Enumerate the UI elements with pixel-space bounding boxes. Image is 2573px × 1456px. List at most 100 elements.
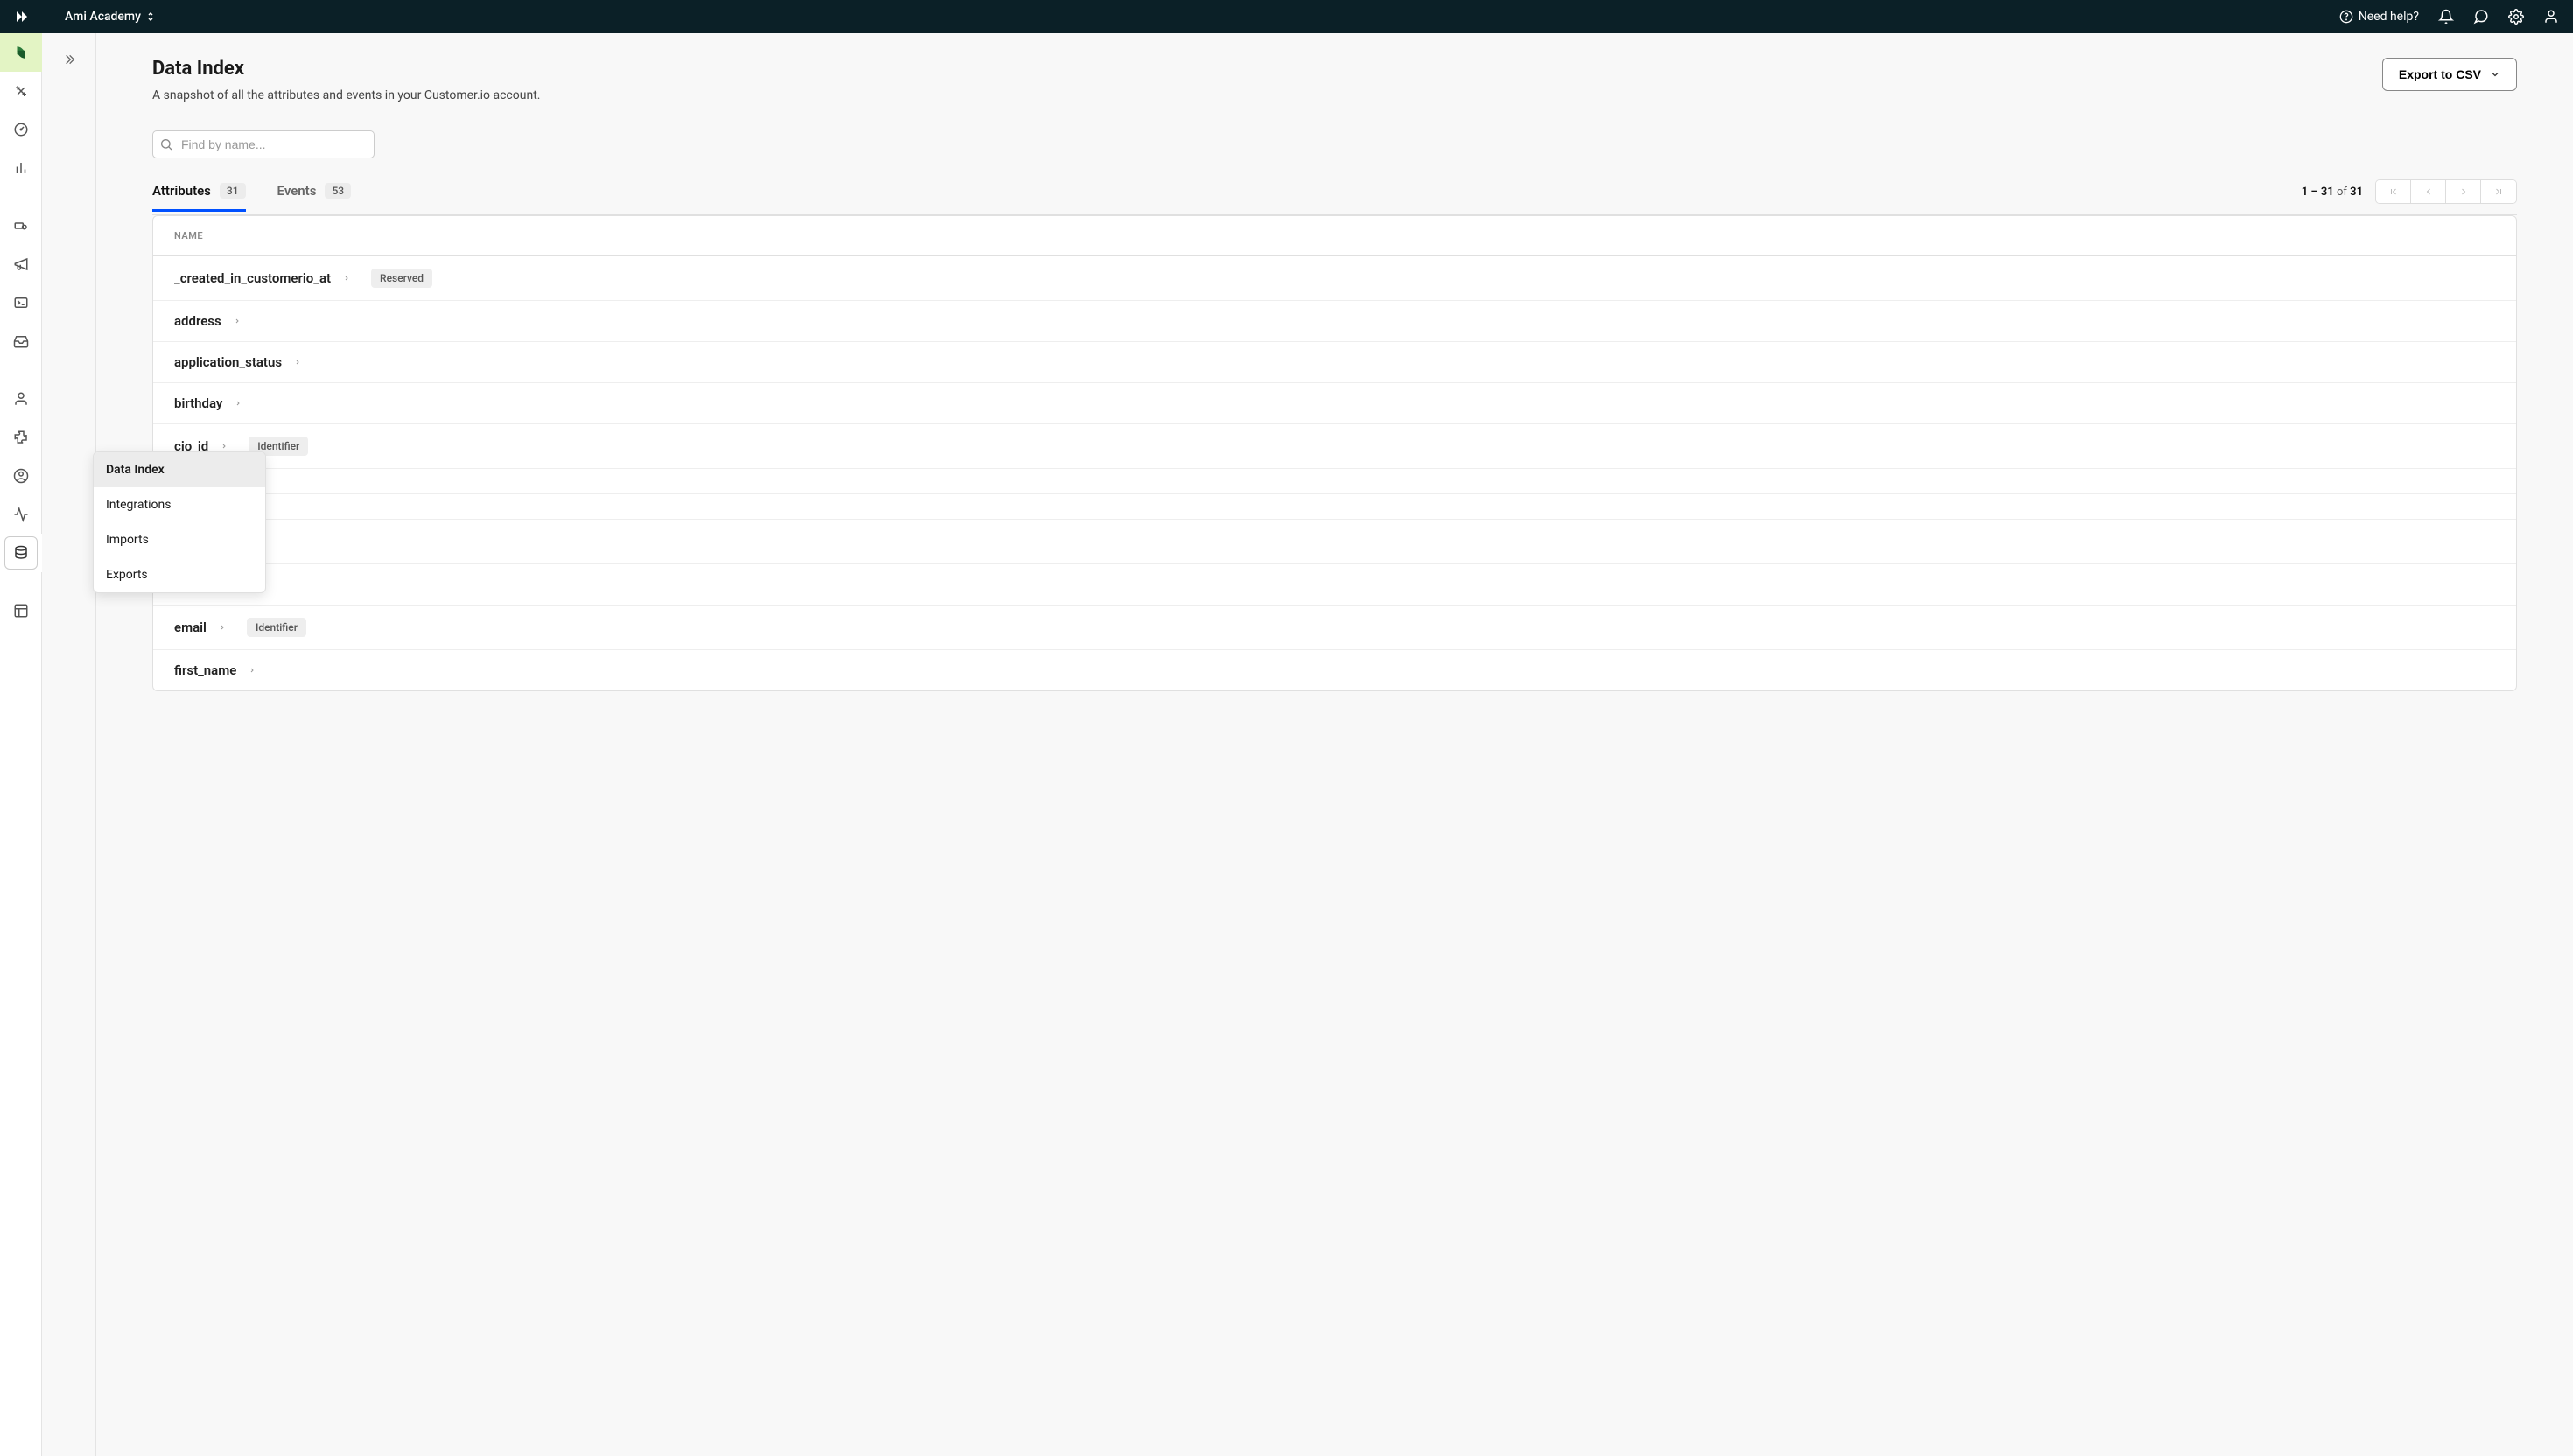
sidebar-item-transactional[interactable] (0, 284, 42, 322)
attribute-name: first_name (174, 662, 236, 678)
gauge-icon (13, 122, 29, 137)
flyout-item-integrations[interactable]: Integrations (94, 487, 265, 522)
layout-icon (13, 603, 29, 619)
activity-icon (13, 507, 29, 522)
sidebar-item-activity[interactable] (0, 457, 42, 495)
flyout-item-data-index[interactable]: Data Index (94, 452, 265, 487)
sidebar-item-deliveries[interactable] (0, 322, 42, 360)
chevron-right-icon (249, 666, 256, 675)
chat-button[interactable] (2473, 9, 2489, 24)
account-button[interactable] (2543, 9, 2559, 24)
table-row[interactable]: Reserved (153, 520, 2516, 564)
workspace-switcher[interactable]: Ami Academy (65, 10, 155, 24)
page-next-button[interactable] (2446, 180, 2481, 203)
updown-icon (146, 10, 155, 23)
attributes-table: NAME _created_in_customerio_atReservedad… (152, 215, 2517, 691)
pagination: 1 – 31 of 31 (2302, 179, 2517, 214)
database-icon (13, 545, 29, 561)
table-row[interactable]: email Identifier (153, 606, 2516, 650)
notifications-button[interactable] (2438, 9, 2454, 24)
chevron-right-icon (219, 623, 226, 632)
sidebar-item-pipelines[interactable] (0, 72, 42, 110)
page-prev-button[interactable] (2411, 180, 2446, 203)
attribute-name: application_status (174, 354, 282, 370)
sidebar-item-content[interactable] (0, 592, 42, 630)
top-bar-right: Need help? (2339, 9, 2559, 24)
top-bar: Ami Academy Need help? (0, 0, 2573, 33)
search-box (152, 130, 375, 158)
tab-events[interactable]: Events 53 (277, 183, 352, 211)
sidebar-item-broadcasts[interactable] (0, 245, 42, 284)
chevron-right-icon (234, 317, 241, 326)
attribute-name: _created_in_customerio_at (174, 270, 331, 286)
sidebar-item-dashboard[interactable] (0, 110, 42, 149)
bell-icon (2438, 9, 2454, 24)
expand-sidebar-button[interactable] (55, 46, 83, 74)
chevron-right-icon (2458, 186, 2469, 197)
sidebar-item-journeys[interactable] (0, 206, 42, 245)
tab-count: 53 (325, 183, 351, 199)
sidebar-item-segments[interactable] (0, 418, 42, 457)
page-first-button[interactable] (2376, 180, 2411, 203)
chevron-right-icon (221, 442, 228, 451)
data-submenu-flyout: Data IndexIntegrationsImportsExports (93, 452, 266, 593)
table-row[interactable]: _created_in_customerio_atReserved (153, 256, 2516, 301)
export-csv-button[interactable]: Export to CSV (2382, 58, 2517, 91)
tabs: Attributes 31 Events 53 (152, 183, 351, 211)
secondary-sidebar (42, 33, 96, 1456)
person-circle-icon (13, 468, 29, 484)
table-row[interactable]: first_name (153, 650, 2516, 690)
tabs-row: Attributes 31 Events 53 1 – 31 of 31 (152, 179, 2517, 215)
help-icon (2339, 10, 2353, 24)
attribute-name: address (174, 313, 221, 329)
chevron-left-icon (2423, 186, 2434, 197)
table-row[interactable]: address (153, 301, 2516, 342)
settings-button[interactable] (2508, 9, 2524, 24)
app-logo[interactable] (14, 9, 30, 24)
chevron-right-icon (235, 399, 242, 408)
page-controls (2375, 179, 2517, 204)
search-icon (159, 137, 173, 151)
table-row[interactable]: crm_id (153, 564, 2516, 606)
sidebar-item-people[interactable] (0, 380, 42, 418)
sidebar-item-analytics[interactable] (0, 149, 42, 187)
attribute-name: email (174, 620, 207, 635)
inbox-icon (13, 333, 29, 349)
flyout-item-exports[interactable]: Exports (94, 557, 265, 592)
sidebar-item-activity-log[interactable] (0, 495, 42, 534)
table-header-name: NAME (153, 216, 2516, 256)
tab-attributes[interactable]: Attributes 31 (152, 183, 246, 211)
export-label: Export to CSV (2399, 67, 2481, 81)
table-row[interactable]: application_status (153, 342, 2516, 383)
page-last-button[interactable] (2481, 180, 2516, 203)
help-link[interactable]: Need help? (2339, 10, 2419, 24)
table-row[interactable] (153, 494, 2516, 520)
chevron-first-icon (2388, 186, 2399, 197)
leaf-icon (13, 45, 29, 60)
sidebar-item-home[interactable] (0, 33, 42, 72)
bar-chart-icon (13, 160, 29, 176)
top-bar-left: Ami Academy (14, 9, 155, 24)
primary-sidebar (0, 33, 42, 1456)
workspace-name: Ami Academy (65, 10, 141, 24)
tab-label: Events (277, 183, 317, 199)
flyout-item-imports[interactable]: Imports (94, 522, 265, 557)
tab-count: 31 (220, 183, 246, 199)
table-row[interactable]: cio_idIdentifier (153, 424, 2516, 469)
tab-label: Attributes (152, 183, 211, 199)
chat-icon (2473, 9, 2489, 24)
user-icon (2543, 9, 2559, 24)
table-row[interactable]: birthday (153, 383, 2516, 424)
table-row[interactable] (153, 469, 2516, 494)
truck-icon (13, 218, 29, 234)
sidebar-item-data[interactable] (0, 534, 42, 572)
chevron-down-icon (2490, 69, 2500, 80)
chevron-last-icon (2493, 186, 2504, 197)
page-subtitle: A snapshot of all the attributes and eve… (152, 88, 540, 102)
person-icon (13, 391, 29, 407)
search-input[interactable] (152, 130, 375, 158)
terminal-icon (13, 295, 29, 311)
attribute-badge: Identifier (247, 618, 306, 637)
chevron-right-icon (294, 358, 301, 367)
main-content: Data Index A snapshot of all the attribu… (96, 33, 2573, 1456)
